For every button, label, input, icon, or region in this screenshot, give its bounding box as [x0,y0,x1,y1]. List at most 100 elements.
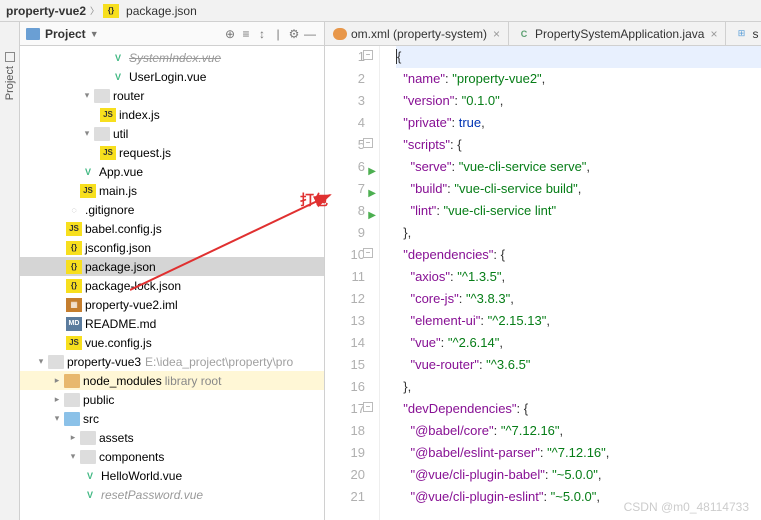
js-icon: JS [66,336,82,350]
tree-item-label: assets [99,431,134,445]
editor-tab[interactable]: CPropertySystemApplication.java× [509,22,726,45]
json-icon: {} [66,279,82,293]
code-line[interactable]: "name": "property-vue2", [396,68,761,90]
tree-item[interactable]: ▾src [20,409,324,428]
line-number: 15 [325,354,365,376]
tree-item[interactable]: ▾property-vue3E:\idea_project\property\p… [20,352,324,371]
dropdown-icon[interactable]: ▼ [90,29,99,39]
fold-icon[interactable]: − [363,138,373,148]
breadcrumb-file[interactable]: package.json [122,4,201,18]
gear-icon[interactable]: ⚙ [286,27,302,41]
chevron-right-icon[interactable]: ▸ [66,432,80,443]
tree-item[interactable]: VSystemIndex.vue [20,48,324,67]
folder-icon [80,431,96,445]
chevron-right-icon[interactable]: ▸ [50,375,64,386]
code-line[interactable]: "lint": "vue-cli-service lint" [396,200,761,222]
fold-icon[interactable]: − [363,248,373,258]
code-line[interactable]: "scripts": { [396,134,761,156]
code-line[interactable]: "core-js": "^3.8.3", [396,288,761,310]
js-icon: JS [100,108,116,122]
tree-item[interactable]: VApp.vue [20,162,324,181]
vue-icon: V [110,51,126,65]
code-line[interactable]: "element-ui": "^2.15.13", [396,310,761,332]
code-line[interactable]: "private": true, [396,112,761,134]
tab-label: PropertySystemApplication.java [535,27,704,41]
editor-tab[interactable]: ⊞s [726,22,761,45]
line-number: 21 [325,486,365,508]
tree-item[interactable]: ▾ util [20,124,324,143]
sidebar-title[interactable]: Project [45,27,86,41]
divider: | [270,27,286,41]
close-icon[interactable]: × [710,27,717,41]
expand-icon[interactable]: ≡ [238,27,254,41]
tree-item[interactable]: VUserLogin.vue [20,67,324,86]
minimize-icon[interactable]: — [302,27,318,41]
code-line[interactable]: "vue": "^2.6.14", [396,332,761,354]
code-area[interactable]: { "name": "property-vue2", "version": "0… [380,46,761,520]
chevron-right-icon: 〉 [86,4,103,17]
code-line[interactable]: "@vue/cli-plugin-babel": "~5.0.0", [396,464,761,486]
vue-icon: V [110,70,126,84]
run-icon[interactable]: ▶ [368,183,376,205]
tab-label: s [752,27,758,41]
chevron-down-icon[interactable]: ▾ [80,90,94,101]
tree-item-label: README.md [85,317,156,331]
code-line[interactable]: "@babel/eslint-parser": "^7.12.16", [396,442,761,464]
editor-tab[interactable]: om.xml (property-system) × [325,22,509,45]
tree-item[interactable]: ▸public [20,390,324,409]
chevron-right-icon[interactable]: ▸ [50,394,64,405]
chevron-down-icon[interactable]: ▾ [50,413,64,424]
code-line[interactable]: "@babel/core": "^7.12.16", [396,420,761,442]
tree-item-label: components [99,450,164,464]
folder-icon [94,127,110,141]
json-icon: {} [66,241,82,255]
line-number: 3 [325,90,365,112]
chevron-down-icon[interactable]: ▾ [66,451,80,462]
code-line[interactable]: "axios": "^1.3.5", [396,266,761,288]
tree-item[interactable]: ▸ assets [20,428,324,447]
run-icon[interactable]: ▶ [368,161,376,183]
fold-icon[interactable]: − [363,402,373,412]
code-line[interactable]: "dependencies": { [396,244,761,266]
run-icon[interactable]: ▶ [368,205,376,227]
line-number: 13 [325,310,365,332]
breadcrumb-project[interactable]: property-vue2 [6,4,86,18]
watermark: CSDN @m0_48114733 [624,500,749,514]
vue-icon: V [80,165,96,179]
tree-item[interactable]: JSvue.config.js [20,333,324,352]
project-icon [26,28,40,40]
folder-icon [94,89,110,103]
code-line[interactable]: { [396,46,761,68]
sort-icon[interactable]: ↕ [254,27,270,41]
code-line[interactable]: "serve": "vue-cli-service serve", [396,156,761,178]
path-label: E:\idea_project\property\pro [145,355,293,369]
project-tool-label[interactable]: Project [4,66,16,100]
tree-item-label: HelloWorld.vue [101,469,182,483]
line-number: 6▶ [325,156,365,178]
tree-item[interactable]: JSrequest.js [20,143,324,162]
code-line[interactable]: "build": "vue-cli-service build", [396,178,761,200]
chevron-down-icon[interactable]: ▾ [80,128,94,139]
vue-icon: V [82,469,98,483]
md-icon: MD [66,317,82,331]
tree-item[interactable]: MDREADME.md [20,314,324,333]
tree-item[interactable]: ▾router [20,86,324,105]
code-line[interactable]: "version": "0.1.0", [396,90,761,112]
code-line[interactable]: }, [396,222,761,244]
chevron-down-icon[interactable]: ▾ [34,356,48,367]
code-line[interactable]: "vue-router": "^3.6.5" [396,354,761,376]
tree-item[interactable]: ▸node_moduleslibrary root [20,371,324,390]
fold-icon[interactable]: − [363,50,373,60]
tree-item-label: util [113,127,128,141]
tab-label: om.xml (property-system) [351,27,487,41]
tree-item[interactable]: VresetPassword.vue [20,485,324,504]
tree-item[interactable]: JSindex.js [20,105,324,124]
close-icon[interactable]: × [493,27,500,41]
tree-item-label: SystemIndex.vue [129,51,221,65]
code-line[interactable]: "devDependencies": { [396,398,761,420]
code-line[interactable]: }, [396,376,761,398]
tree-item[interactable]: VHelloWorld.vue [20,466,324,485]
project-tool-icon[interactable] [5,52,15,62]
target-icon[interactable]: ⊕ [222,27,238,41]
tree-item[interactable]: ▾ components [20,447,324,466]
